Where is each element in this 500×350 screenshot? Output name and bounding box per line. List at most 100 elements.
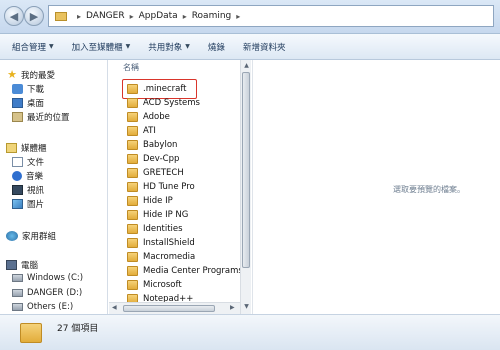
- folder-row[interactable]: Hide IP: [127, 196, 173, 206]
- scroll-down-icon[interactable]: ▼: [242, 302, 251, 311]
- chevron-right-icon[interactable]: ▸: [236, 12, 240, 21]
- chevron-right-icon[interactable]: ▸: [183, 12, 187, 21]
- folder-row[interactable]: GRETECH: [127, 168, 184, 178]
- nav-music[interactable]: 音樂: [12, 170, 43, 182]
- burn-button[interactable]: 燒錄: [208, 41, 225, 53]
- column-header-name[interactable]: 名稱: [123, 62, 139, 73]
- nav-computer[interactable]: 電腦: [6, 259, 38, 271]
- folder-name: Hide IP NG: [143, 210, 189, 220]
- nav-documents[interactable]: 文件: [12, 156, 44, 168]
- folder-name: Adobe: [143, 112, 170, 122]
- forward-button[interactable]: ▶: [24, 6, 44, 26]
- folder-row[interactable]: InstallShield: [127, 238, 195, 248]
- nav-drive-c[interactable]: Windows (C:): [12, 273, 83, 283]
- folder-name: Macromedia: [143, 252, 196, 262]
- nav-label: 最近的位置: [27, 113, 70, 123]
- horizontal-scroll-thumb[interactable]: [123, 305, 215, 312]
- folder-row[interactable]: Dev-Cpp: [127, 154, 179, 164]
- new-folder-button[interactable]: 新增資料夾: [243, 41, 286, 53]
- nav-favorites[interactable]: ★ 我的最愛: [6, 68, 55, 81]
- folder-name: ATI: [143, 126, 156, 136]
- music-icon: [12, 171, 22, 181]
- address-bar-area: ◀ ▶ ▸ DANGER ▸ AppData ▸ Roaming ▸: [0, 0, 500, 34]
- folder-row[interactable]: Hide IP NG: [127, 210, 188, 220]
- address-bar[interactable]: ▸ DANGER ▸ AppData ▸ Roaming ▸: [48, 5, 494, 27]
- pictures-icon: [12, 199, 23, 209]
- folder-name: HD Tune Pro: [143, 182, 195, 192]
- nav-label: 文件: [27, 158, 45, 168]
- nav-desktop[interactable]: 桌面: [12, 97, 44, 109]
- add-to-library-button[interactable]: 加入至媒體櫃 ▼: [72, 41, 131, 53]
- vertical-scrollbar[interactable]: ▲ ▼: [240, 60, 251, 314]
- nav-videos[interactable]: 視訊: [12, 184, 44, 196]
- share-with-button[interactable]: 共用對象 ▼: [148, 41, 190, 53]
- preview-pane: 選取要預覽的檔案。: [252, 60, 500, 314]
- command-bar: 組合管理 ▼ 加入至媒體櫃 ▼ 共用對象 ▼ 燒錄 新增資料夾: [0, 34, 500, 60]
- chevron-right-icon[interactable]: ▸: [130, 12, 134, 21]
- nav-libraries[interactable]: 媒體櫃: [6, 142, 47, 154]
- folder-name: GRETECH: [143, 168, 184, 178]
- scroll-up-icon[interactable]: ▲: [242, 61, 251, 70]
- details-pane: 27 個項目: [0, 314, 500, 350]
- folder-icon: [127, 140, 138, 150]
- nav-pictures[interactable]: 圖片: [12, 198, 44, 210]
- folder-row[interactable]: Identities: [127, 224, 183, 234]
- chevron-right-icon[interactable]: ▸: [77, 12, 81, 21]
- nav-label: 家用群組: [22, 232, 57, 242]
- nav-label: DANGER (D:): [27, 288, 83, 298]
- download-icon: [12, 84, 23, 94]
- nav-label: 電腦: [21, 261, 39, 271]
- breadcrumb-item[interactable]: Roaming: [192, 11, 232, 21]
- folder-name: Media Center Programs: [143, 266, 243, 276]
- nav-downloads[interactable]: 下載: [12, 83, 44, 95]
- folder-icon: [127, 182, 138, 192]
- homegroup-icon: [6, 231, 18, 241]
- scroll-right-icon[interactable]: ▶: [230, 304, 235, 311]
- folder-row[interactable]: Media Center Programs: [127, 266, 243, 276]
- nav-drive-d[interactable]: DANGER (D:): [12, 288, 82, 298]
- folder-name: ACD Systems: [143, 98, 200, 108]
- folder-row[interactable]: Macromedia: [127, 252, 195, 262]
- folder-icon: [127, 126, 138, 136]
- folder-row[interactable]: ATI: [127, 126, 156, 136]
- forward-arrow-icon: ▶: [29, 9, 39, 23]
- folder-icon: [127, 112, 138, 122]
- folder-icon: [127, 84, 138, 94]
- folder-icon: [127, 224, 138, 234]
- desktop-icon: [12, 98, 23, 108]
- organize-label: 組合管理: [12, 42, 47, 53]
- breadcrumb-item[interactable]: AppData: [139, 11, 178, 21]
- folder-row[interactable]: Babylon: [127, 140, 177, 150]
- back-button[interactable]: ◀: [4, 6, 24, 26]
- folder-icon: [55, 11, 67, 21]
- nav-label: Others (E:): [27, 302, 74, 312]
- preview-message: 選取要預覽的檔案。: [393, 185, 465, 194]
- folder-name: Babylon: [143, 140, 178, 150]
- drive-icon: [12, 274, 23, 282]
- new-folder-label: 新增資料夾: [242, 42, 286, 53]
- star-icon: ★: [7, 68, 17, 81]
- horizontal-scrollbar[interactable]: ◀ ▶: [109, 302, 240, 314]
- breadcrumb-item[interactable]: DANGER: [86, 11, 125, 21]
- caret-down-icon: ▼: [125, 43, 131, 50]
- nav-label: 媒體櫃: [21, 144, 47, 154]
- organize-button[interactable]: 組合管理 ▼: [12, 41, 54, 53]
- folder-row-minecraft[interactable]: .minecraft: [127, 84, 187, 94]
- back-arrow-icon: ◀: [9, 9, 19, 23]
- nav-homegroup[interactable]: 家用群組: [6, 230, 56, 242]
- folder-row[interactable]: Microsoft: [127, 280, 182, 290]
- navigation-pane: ★ 我的最愛 下載 桌面 最近的位置 媒體櫃 文件 音樂 視訊 圖片 家用群組 …: [0, 60, 108, 314]
- nav-label: 視訊: [27, 186, 45, 196]
- recent-places-icon: [12, 112, 23, 122]
- nav-recent-places[interactable]: 最近的位置: [12, 111, 70, 123]
- folder-row[interactable]: ACD Systems: [127, 98, 200, 108]
- folder-row[interactable]: Adobe: [127, 112, 170, 122]
- scroll-left-icon[interactable]: ◀: [112, 304, 117, 311]
- vertical-scroll-thumb[interactable]: [242, 72, 250, 268]
- computer-icon: [6, 260, 17, 270]
- nav-drive-e[interactable]: Others (E:): [12, 302, 73, 312]
- nav-label: Windows (C:): [27, 273, 84, 283]
- folder-row[interactable]: HD Tune Pro: [127, 182, 195, 192]
- caret-down-icon: ▼: [185, 43, 190, 50]
- folder-name: Identities: [143, 224, 183, 234]
